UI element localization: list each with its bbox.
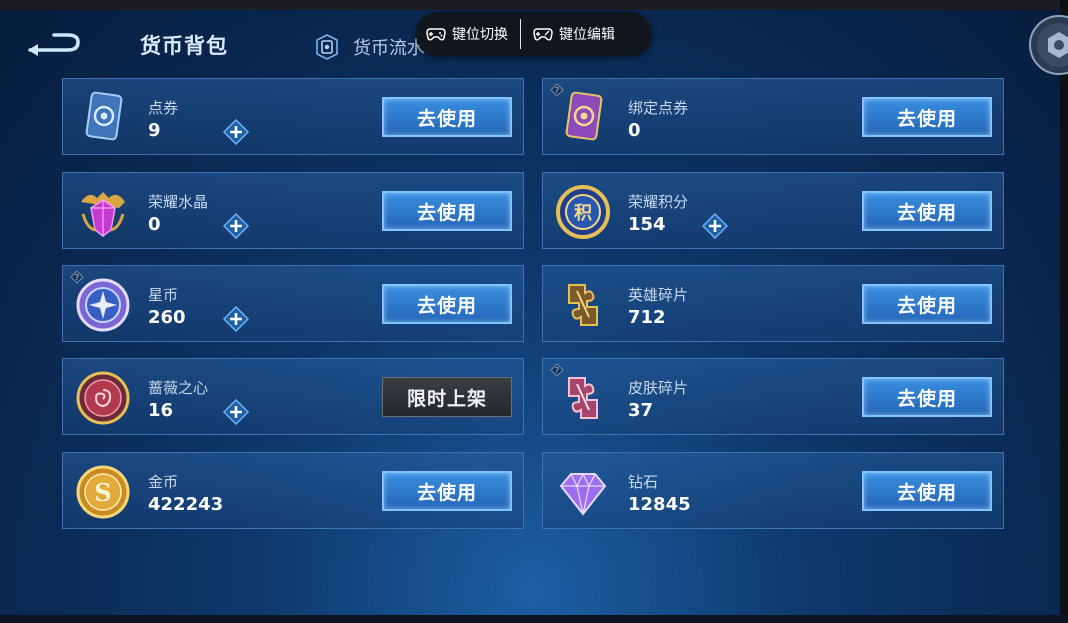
limited-time-button[interactable]: 限时上架: [382, 377, 512, 417]
diamond-icon: [559, 472, 607, 516]
item-name: 钻石: [628, 473, 659, 491]
bound-voucher-card-icon: [565, 91, 603, 141]
item-value: 0: [148, 214, 161, 235]
voucher-card-icon: [85, 91, 123, 141]
currency-card-glory-crystal: 荣耀水晶 0 去使用: [62, 172, 524, 249]
use-button[interactable]: 去使用: [382, 97, 512, 137]
hexagon-gear-icon: [1029, 15, 1068, 75]
tab-currency-flow[interactable]: 货币流水: [315, 32, 425, 62]
gamepad-edit-icon: [533, 28, 553, 41]
rose-heart-icon: [76, 371, 130, 425]
use-button[interactable]: 去使用: [862, 377, 992, 417]
gamepad-icon: [426, 28, 446, 41]
item-value: 9: [148, 120, 161, 141]
use-button[interactable]: 去使用: [862, 284, 992, 324]
tab-currency-flow-label: 货币流水: [353, 38, 425, 59]
plus-icon[interactable]: [223, 119, 249, 145]
keymap-edit-button[interactable]: 键位编辑: [523, 12, 625, 56]
gold-coin-icon: S: [76, 465, 130, 519]
currency-card-hero-fragment: 英雄碎片 712 去使用: [542, 265, 1004, 342]
svg-text:积: 积: [574, 203, 592, 224]
corner-menu-button[interactable]: [1028, 14, 1068, 76]
item-value: 154: [628, 214, 666, 235]
plus-icon[interactable]: [702, 213, 728, 239]
item-value: 12845: [628, 494, 691, 515]
item-name: 皮肤碎片: [628, 379, 689, 397]
back-arrow-icon: [28, 33, 80, 56]
item-name: 荣耀积分: [628, 193, 689, 211]
top-strip: [0, 0, 1068, 10]
currency-card-diamond: 钻石 12845 去使用: [542, 452, 1004, 529]
back-button[interactable]: [24, 28, 84, 62]
item-name: 蔷薇之心: [148, 379, 209, 397]
currency-card-star-coin: ? 星币 260 去使用: [62, 265, 524, 342]
item-value: 37: [628, 400, 654, 421]
item-value: 712: [628, 307, 666, 328]
keymap-edit-label: 键位编辑: [559, 27, 615, 43]
item-value: 260: [148, 307, 186, 328]
hero-fragment-icon: [568, 284, 598, 326]
item-value: 0: [628, 120, 641, 141]
bottom-strip: [0, 615, 1068, 623]
pill-divider: [520, 19, 521, 49]
use-button[interactable]: 去使用: [382, 471, 512, 511]
currency-card-glory-points: 积 荣耀积分 154 去使用: [542, 172, 1004, 249]
page-title: 货币背包: [140, 34, 228, 58]
item-value: 422243: [148, 494, 224, 515]
plus-icon[interactable]: [223, 399, 249, 425]
currency-card-gold-coin: S 金币 422243 去使用: [62, 452, 524, 529]
svg-text:S: S: [94, 478, 111, 507]
currency-card-skin-fragment: ? 皮肤碎片 37 去使用: [542, 358, 1004, 435]
glory-crystal-icon: [81, 192, 125, 237]
glory-points-icon: 积: [556, 185, 610, 239]
card-flow-icon: [316, 34, 338, 60]
keymap-switch-button[interactable]: 键位切换: [416, 12, 518, 56]
use-button[interactable]: 去使用: [862, 471, 992, 511]
currency-card-voucher: 点券 9 去使用: [62, 78, 524, 155]
right-strip: [1060, 0, 1068, 623]
item-name: 点券: [148, 99, 179, 117]
keymap-switch-label: 键位切换: [452, 27, 508, 43]
item-name: 金币: [148, 473, 179, 491]
use-button[interactable]: 去使用: [862, 97, 992, 137]
item-value: 16: [148, 400, 174, 421]
use-button[interactable]: 去使用: [382, 191, 512, 231]
item-name: 星币: [148, 286, 179, 304]
currency-card-rose-heart: 蔷薇之心 16 限时上架: [62, 358, 524, 435]
keymap-overlay: 键位切换 键位编辑: [416, 12, 652, 56]
skin-fragment-icon: [568, 377, 598, 419]
item-name: 绑定点券: [628, 99, 689, 117]
use-button[interactable]: 去使用: [862, 191, 992, 231]
currency-card-bound-voucher: ? 绑定点券 0 去使用: [542, 78, 1004, 155]
item-name: 英雄碎片: [628, 286, 689, 304]
plus-icon[interactable]: [223, 213, 249, 239]
plus-icon[interactable]: [223, 306, 249, 332]
star-coin-icon: [76, 278, 130, 332]
use-button[interactable]: 去使用: [382, 284, 512, 324]
item-name: 荣耀水晶: [148, 193, 209, 211]
